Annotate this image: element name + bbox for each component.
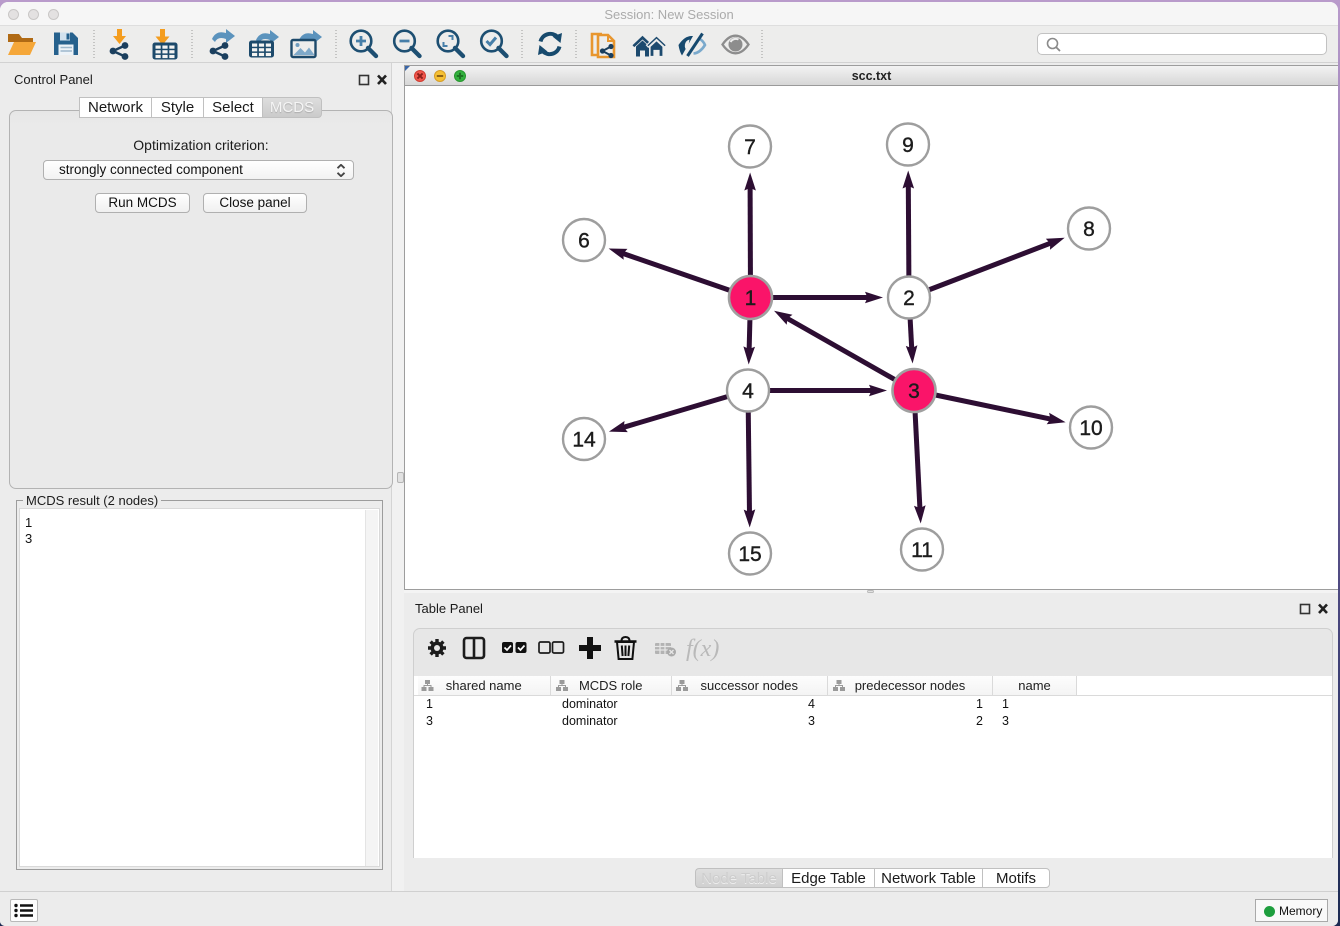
svg-text:8: 8 (1083, 218, 1095, 241)
svg-text:3: 3 (908, 380, 920, 403)
svg-text:f(x): f(x) (686, 636, 719, 662)
svg-text:7: 7 (744, 136, 756, 159)
svg-text:14: 14 (572, 429, 596, 452)
svg-text:15: 15 (738, 543, 761, 566)
svg-text:1: 1 (745, 287, 757, 310)
svg-text:11: 11 (911, 539, 933, 562)
svg-text:9: 9 (902, 134, 914, 157)
svg-text:10: 10 (1079, 417, 1102, 440)
svg-text:4: 4 (742, 380, 754, 403)
svg-text:2: 2 (903, 287, 915, 310)
svg-text:6: 6 (578, 230, 590, 253)
